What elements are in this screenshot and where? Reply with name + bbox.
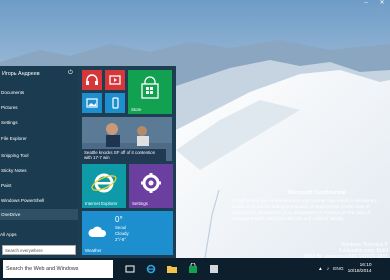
volume-icon[interactable]: ♪ (327, 267, 329, 272)
start-search[interactable]: Search everywhere (0, 243, 78, 257)
window-title-bar: – ✕ (0, 0, 390, 6)
network-icon[interactable]: ▲ (318, 267, 323, 272)
start-search-input[interactable]: Search everywhere (2, 245, 76, 255)
phone-icon (112, 97, 119, 109)
start-item-label: Documents (1, 90, 25, 95)
all-apps-label: All Apps (0, 232, 17, 237)
tile-store[interactable]: Store (128, 70, 172, 114)
start-item-label: Sticky Notes (1, 168, 27, 173)
tile-ie-label: Internet Explorer (85, 201, 118, 206)
tile-phone[interactable] (105, 93, 125, 113)
tile-news-headline: Seattle knocks SF off of it contention w… (82, 149, 166, 161)
start-item-label: File Explorer (1, 136, 27, 141)
start-menu: Игорь Андреев ⏻ Documents Pictures Setti… (0, 66, 176, 258)
start-item-pictures[interactable]: Pictures (0, 102, 78, 113)
taskbar: Search the Web and Windows ▲ ♪ ENG 16:10… (0, 258, 390, 280)
internet-explorer-taskbar-icon[interactable] (143, 261, 159, 277)
start-item-powershell[interactable]: Windows PowerShell (0, 195, 78, 206)
all-apps-link[interactable]: All Apps (0, 229, 78, 240)
weather-city: Seoul (115, 225, 127, 230)
tile-weather-label: Weather (85, 248, 102, 253)
tile-video[interactable] (105, 70, 125, 90)
tile-settings[interactable]: Settings (129, 164, 173, 208)
tile-photos[interactable] (82, 93, 102, 113)
start-item-label: Settings (1, 120, 18, 125)
store-taskbar-icon[interactable] (185, 261, 201, 277)
cloud-icon (88, 226, 107, 237)
start-item-onedrive[interactable]: OneDrive (0, 209, 78, 220)
start-item-paint[interactable]: Paint (0, 180, 78, 191)
system-tray: ▲ ♪ ENG 16:10 10/18/2014 (318, 258, 372, 280)
tile-internet-explorer[interactable]: Internet Explorer (82, 164, 126, 208)
clock-date: 10/18/2014 (347, 269, 372, 274)
tile-news[interactable]: Seattle knocks SF off of it contention w… (82, 117, 172, 161)
start-item-file-explorer[interactable]: File Explorer (0, 133, 78, 144)
minimize-button[interactable]: – (358, 0, 374, 6)
weather-condition: Cloudy (115, 231, 129, 236)
app-taskbar-icon[interactable] (206, 261, 222, 277)
user-account[interactable]: Игорь Андреев (0, 66, 78, 82)
user-name: Игорь Андреев (2, 71, 40, 77)
start-item-settings[interactable]: Settings (0, 117, 78, 128)
start-item-snipping-tool[interactable]: Snipping Tool (0, 150, 78, 161)
start-item-label: Paint (1, 183, 12, 188)
start-menu-left-pane: Игорь Андреев ⏻ Documents Pictures Setti… (0, 66, 78, 258)
photo-icon (86, 98, 98, 108)
taskbar-search-box[interactable]: Search the Web and Windows (3, 260, 113, 278)
start-item-sticky-notes[interactable]: Sticky Notes (0, 165, 78, 176)
task-view-icon[interactable] (122, 261, 138, 277)
watermark-body: Unauthorized use or disclosure in any ma… (232, 198, 378, 221)
file-explorer-taskbar-icon[interactable] (164, 261, 180, 277)
tile-music[interactable] (82, 70, 102, 90)
headphones-icon (86, 74, 98, 85)
start-item-label: Snipping Tool (1, 153, 29, 158)
close-button[interactable]: ✕ (374, 0, 390, 6)
watermark-title: Microsoft Confidential (288, 190, 347, 196)
tile-weather[interactable]: 0° Seoul Cloudy 2°/-8° Weather (82, 211, 173, 255)
start-item-label: Windows PowerShell (1, 198, 45, 203)
tile-store-label: Store (131, 107, 142, 112)
weather-temp: 0° (115, 215, 123, 224)
weather-range: 2°/-8° (115, 237, 127, 242)
language-indicator[interactable]: ENG (333, 267, 343, 272)
start-item-documents[interactable]: Documents (0, 87, 78, 98)
start-item-label: OneDrive (1, 212, 21, 217)
tile-settings-label: Settings (132, 201, 148, 206)
start-item-label: Pictures (1, 105, 18, 110)
clock[interactable]: 16:10 10/18/2014 (348, 263, 372, 275)
power-icon[interactable]: ⏻ (68, 70, 73, 77)
film-icon (109, 75, 121, 85)
